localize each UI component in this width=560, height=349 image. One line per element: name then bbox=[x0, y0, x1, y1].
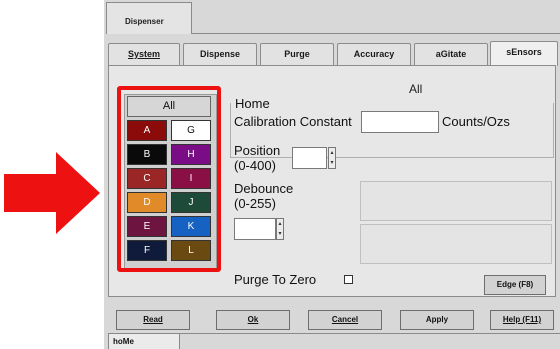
calibration-constant-input[interactable] bbox=[361, 111, 439, 133]
tab-home[interactable]: hoMe bbox=[108, 333, 180, 349]
calibration-constant-label: Calibration Constant bbox=[234, 114, 352, 129]
ok-button-label: Ok bbox=[247, 315, 259, 324]
apply-button[interactable]: Apply bbox=[400, 310, 474, 330]
tab-purge[interactable]: Purge bbox=[260, 43, 334, 65]
position-input[interactable] bbox=[292, 147, 327, 169]
tab-label: Accuracy bbox=[353, 49, 395, 59]
tab-label: Dispense bbox=[199, 49, 241, 59]
read-button[interactable]: Read bbox=[116, 310, 190, 330]
tab-label: Purge bbox=[284, 49, 310, 59]
help-button-label: Help (F11) bbox=[502, 315, 542, 324]
debounce-spinner[interactable]: ▴ ▾ bbox=[276, 218, 284, 240]
edge-button[interactable]: Edge (F8) bbox=[484, 275, 546, 295]
tab-label: System bbox=[127, 49, 161, 59]
dispenser-window: Dispenser System Dispense Purge Accuracy… bbox=[104, 0, 560, 349]
tab-sensors[interactable]: sEnsors bbox=[490, 41, 558, 66]
tab-accuracy[interactable]: Accuracy bbox=[337, 43, 411, 65]
annotation-highlight-frame bbox=[117, 86, 221, 272]
units-label: Counts/Ozs bbox=[442, 114, 510, 129]
info-area-upper bbox=[360, 181, 552, 221]
info-area-lower bbox=[360, 224, 552, 264]
tab-dispense[interactable]: Dispense bbox=[183, 43, 257, 65]
position-range-label: (0-400) bbox=[234, 158, 276, 173]
annotation-arrow-icon bbox=[4, 152, 100, 234]
tab-strip-line bbox=[192, 33, 560, 34]
panel-title: All bbox=[409, 82, 423, 96]
apply-button-label: Apply bbox=[425, 315, 449, 324]
tab-label: sEnsors bbox=[506, 47, 542, 57]
purge-to-zero-checkbox[interactable] bbox=[344, 275, 353, 284]
cancel-button-label: Cancel bbox=[331, 315, 359, 324]
purge-to-zero-label: Purge To Zero bbox=[234, 272, 317, 287]
debounce-label: Debounce bbox=[234, 181, 294, 196]
position-label: Position bbox=[234, 143, 281, 158]
help-button[interactable]: Help (F11) bbox=[490, 310, 554, 330]
debounce-range-label: (0-255) bbox=[234, 196, 276, 211]
cancel-button[interactable]: Cancel bbox=[308, 310, 382, 330]
debounce-input[interactable] bbox=[234, 218, 276, 240]
window-tab-dispenser[interactable]: Dispenser bbox=[106, 2, 192, 34]
tab-agitate[interactable]: aGitate bbox=[414, 43, 488, 65]
position-spinner[interactable]: ▴ ▾ bbox=[328, 147, 336, 169]
read-button-label: Read bbox=[143, 315, 163, 324]
tab-system[interactable]: System bbox=[108, 43, 180, 65]
ok-button[interactable]: Ok bbox=[216, 310, 290, 330]
home-group-label: Home bbox=[235, 96, 273, 111]
bottom-tab-line bbox=[180, 333, 560, 334]
tab-label: aGitate bbox=[435, 49, 467, 59]
